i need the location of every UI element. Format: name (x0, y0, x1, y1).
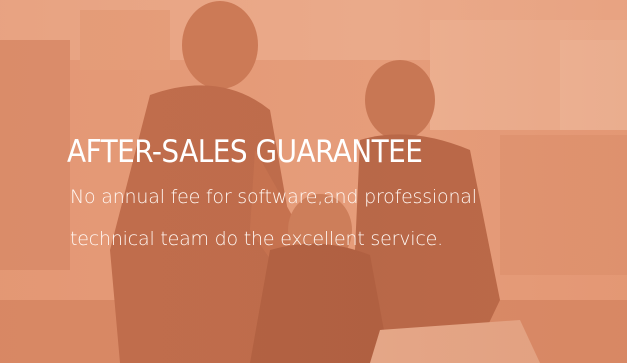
after-sales-banner: AFTER-SALES GUARANTEE No annual fee for … (0, 0, 627, 363)
banner-description-line-2: technical team do the excellent service. (70, 228, 443, 250)
banner-description: No annual fee for software,and professio… (70, 176, 590, 260)
banner-description-line-1: No annual fee for software,and professio… (70, 186, 477, 208)
banner-heading: AFTER-SALES GUARANTEE (67, 134, 423, 170)
